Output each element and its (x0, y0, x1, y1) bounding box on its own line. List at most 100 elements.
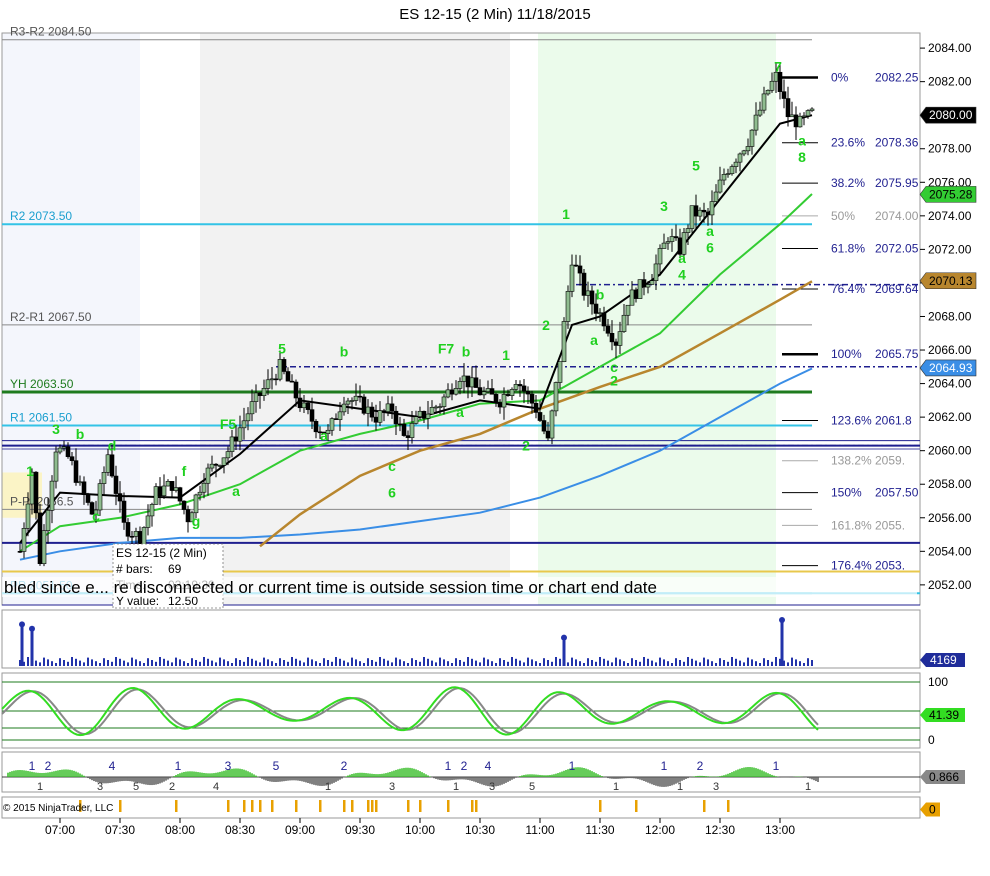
candle-body-up (265, 379, 271, 389)
candle-body-down (381, 410, 387, 412)
wave-label: b (340, 344, 349, 360)
signal-tick (351, 800, 354, 812)
volume-bar (423, 657, 425, 666)
signal-tick (343, 800, 346, 812)
candle-body-down (793, 114, 799, 128)
hist-bottom-label: 1 (37, 781, 43, 793)
volume-bar (463, 661, 465, 666)
candle-body-down (69, 456, 75, 461)
candle-body-up (101, 472, 107, 484)
candle-body-down (281, 359, 287, 372)
candle-body-down (273, 378, 279, 381)
volume-bar (591, 660, 593, 666)
wave-label: 6 (706, 240, 714, 256)
candle-body-down (169, 481, 175, 491)
candle-body-down (313, 421, 319, 433)
signal-tick (175, 800, 178, 812)
signal-value-label: 0 (929, 803, 936, 817)
candle-body-up (237, 427, 243, 442)
candle-body-down (701, 209, 707, 213)
pivot-label: R2 2073.50 (10, 209, 72, 223)
volume-bar (175, 657, 177, 666)
y-tick-label: 2056.00 (928, 511, 972, 525)
pivot-label: R3-R2 2084.50 (10, 25, 92, 39)
signal-tick (251, 800, 254, 812)
fib-percent-label: 161.8% (831, 518, 872, 532)
volume-bar (431, 660, 433, 666)
volume-bar (663, 659, 665, 666)
wave-label: a (232, 483, 240, 499)
candle-body-down (613, 341, 619, 346)
volume-bar (711, 661, 713, 666)
volume-bar (447, 661, 449, 666)
candle-body-down (497, 402, 503, 408)
wave-label: 4 (678, 267, 686, 283)
candle-body-up (501, 394, 507, 408)
signal-tick (243, 800, 246, 812)
data-tooltip: ES 12-15 (2 Min)# bars:69Time:02:19:30Y … (112, 543, 224, 609)
fib-percent-label: 176.4% (831, 559, 872, 573)
volume-bar (387, 660, 389, 666)
ninjatrader-chart-window: ES 12-15 (2 Min) 11/18/2015 R3-R2 2084.5… (0, 0, 990, 871)
candle-body-down (781, 91, 787, 99)
volume-bar (487, 659, 489, 666)
volume-bar (231, 663, 233, 666)
volume-bar (171, 662, 173, 666)
hist-top-label: 1 (661, 759, 668, 773)
signal-tick (271, 800, 274, 812)
candle-body-up (441, 396, 447, 407)
volume-bar (39, 662, 41, 666)
volume-bar (47, 659, 49, 666)
volume-bar (567, 662, 569, 666)
candle-body-up (749, 129, 755, 147)
volume-bar (659, 657, 661, 666)
volume-bar (647, 658, 649, 666)
signal-tick (371, 800, 374, 812)
stoch-tick-label: 100 (928, 675, 948, 689)
volume-bar (243, 661, 245, 666)
wave-label: c (388, 458, 396, 474)
signal-tick (259, 800, 262, 812)
volume-bar (467, 657, 469, 666)
hist-bottom-label: 5 (133, 781, 139, 793)
volume-bar (167, 660, 169, 666)
candle-body-up (481, 391, 487, 396)
candle-body-up (513, 384, 519, 390)
tooltip-row-value: 69 (168, 562, 182, 576)
candle-body-up (133, 531, 139, 537)
signal-tick (475, 800, 478, 812)
volume-bar (495, 663, 497, 666)
volume-bar (743, 662, 745, 666)
candle-body-up (629, 289, 635, 306)
volume-bar (139, 661, 141, 666)
candle-body-up (697, 209, 703, 217)
volume-bar (179, 659, 181, 666)
wave-label: a (320, 428, 328, 444)
chart-title: ES 12-15 (2 Min) 11/18/2015 (399, 6, 591, 23)
volume-bar (91, 659, 93, 666)
volume-bar (607, 660, 609, 666)
copyright-text: © 2015 NinjaTrader, LLC (3, 803, 113, 814)
volume-bar (699, 662, 701, 666)
candle-body-up (429, 407, 435, 415)
wave-label: 2 (522, 438, 530, 454)
candle-body-up (229, 436, 235, 452)
candle-body-up (717, 179, 723, 193)
volume-bar (279, 658, 281, 666)
volume-bar (35, 660, 37, 666)
volume-bar (367, 658, 369, 666)
candle-body-down (85, 494, 91, 503)
volume-bar (507, 661, 509, 666)
volume-bar (55, 663, 57, 666)
pivot-label: P-PI 2056.5 (10, 494, 74, 508)
price-value-box-label: 2080.00 (929, 108, 973, 122)
candle-body-up (617, 331, 623, 346)
candle-body-down (309, 409, 315, 422)
signal-tick (375, 800, 378, 812)
signal-tick (447, 800, 450, 812)
volume-bar (619, 659, 621, 666)
hist-bottom-label: 3 (489, 781, 495, 793)
wave-label: 2 (542, 317, 550, 333)
volume-bar (519, 660, 521, 666)
volume-bar (435, 662, 437, 666)
